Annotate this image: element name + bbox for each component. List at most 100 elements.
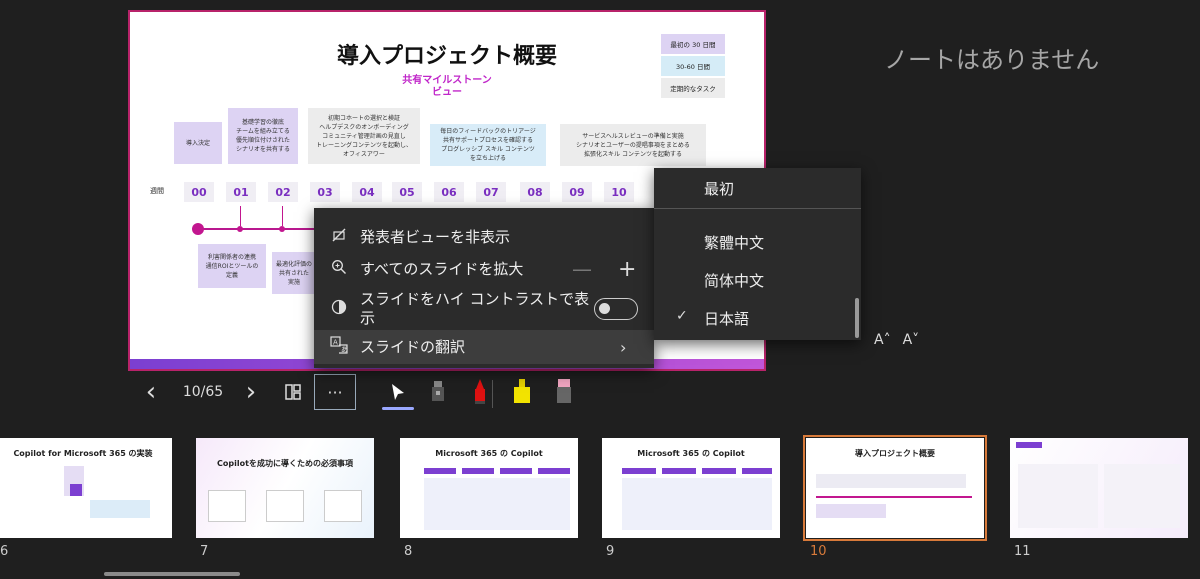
milestone-box: 導入決定 xyxy=(174,122,222,164)
week-01: 01 xyxy=(226,182,256,202)
thumbnail-number: 8 xyxy=(404,544,413,559)
contrast-icon xyxy=(330,299,348,319)
week-03: 03 xyxy=(310,182,340,202)
language-label: 日本語 xyxy=(704,310,750,328)
slide-thumbnail-11[interactable] xyxy=(1010,438,1188,538)
zoom-out-button[interactable]: — xyxy=(572,257,592,281)
week-00: 00 xyxy=(184,182,214,202)
language-option-simplified-chinese[interactable]: 简体中文 xyxy=(654,270,861,294)
thumb-shape xyxy=(816,474,966,488)
language-option-japanese[interactable]: ✓ 日本語 xyxy=(654,308,861,332)
svg-text:A: A xyxy=(333,339,338,347)
thumb-shape xyxy=(1018,464,1098,528)
week-08: 08 xyxy=(520,182,550,202)
slide-counter: 10/65 xyxy=(182,384,224,400)
thumb-shape xyxy=(538,468,570,474)
menu-item-high-contrast[interactable]: スライドをハイ コントラストで表 示 xyxy=(314,288,654,330)
slide-thumbnail-7[interactable]: Copilotを成功に導くための必須事項 xyxy=(196,438,374,538)
thumbnail-title: Copilotを成功に導くための必須事項 xyxy=(217,459,353,468)
week-05: 05 xyxy=(392,182,422,202)
submenu-divider xyxy=(654,208,861,209)
laser-pointer-icon[interactable] xyxy=(384,374,412,410)
more-options-button[interactable]: ··· xyxy=(314,374,356,410)
thumb-shape xyxy=(1016,442,1042,448)
thumbnail-number: 11 xyxy=(1014,544,1031,559)
language-option-traditional-chinese[interactable]: 繁體中文 xyxy=(654,232,861,256)
menu-item-hide-presenter-view[interactable]: 発表者ビューを非表示 xyxy=(314,224,654,250)
thumb-shape xyxy=(816,496,972,498)
thumbnail-title: Microsoft 365 の Copilot xyxy=(435,449,543,458)
week-09: 09 xyxy=(562,182,592,202)
slide-subtitle: 共有マイルストーン ビュー xyxy=(402,75,492,98)
translate-language-submenu: 最初 繁體中文 简体中文 ✓ 日本語 xyxy=(654,168,861,340)
thumbnail-title: Copilot for Microsoft 365 の実装 xyxy=(13,449,153,458)
language-label: 最初 xyxy=(704,180,735,198)
thumb-shape xyxy=(500,468,532,474)
hide-presenter-icon xyxy=(330,227,348,247)
timeline-marker xyxy=(279,226,285,232)
slide-thumbnail-10[interactable]: 導入プロジェクト概要 xyxy=(803,435,987,541)
highlighter-icon[interactable] xyxy=(510,374,534,410)
increase-font-button[interactable]: A˄ xyxy=(874,332,891,348)
timeline-marker xyxy=(192,223,204,235)
thumbnail-scrollbar[interactable] xyxy=(104,572,240,576)
week-10: 10 xyxy=(604,182,634,202)
timeline-stem xyxy=(240,206,241,226)
milestone-box: 最適化評価の 共有された 実施 xyxy=(272,252,316,294)
legend-periodic: 定期的なタスク xyxy=(661,78,725,98)
thumb-shape xyxy=(208,490,246,522)
menu-item-label: スライドの翻訳 xyxy=(360,337,466,356)
thumbnail-title: Microsoft 365 の Copilot xyxy=(637,449,745,458)
eraser-icon[interactable] xyxy=(426,374,450,410)
next-slide-button[interactable]: › xyxy=(238,374,264,410)
language-label: 繁體中文 xyxy=(704,234,765,252)
week-06: 06 xyxy=(434,182,464,202)
checkmark-icon: ✓ xyxy=(676,308,688,324)
thumb-shape xyxy=(622,478,772,530)
thumb-shape xyxy=(424,478,570,530)
font-size-controls: A˄ A˅ xyxy=(874,332,919,348)
thumbnail-number: 7 xyxy=(200,544,209,559)
slide-title: 導入プロジェクト概要 xyxy=(336,44,557,69)
slide-thumbnail-9[interactable]: Microsoft 365 の Copilot xyxy=(602,438,780,538)
timeline-marker xyxy=(237,226,243,232)
milestone-box: 基礎学習の徹底 チームを組み立てる 優先順位付けされた シナリオを共有する xyxy=(228,108,298,164)
slide-thumbnail-strip: Copilot for Microsoft 365 の実装 6 Copilotを… xyxy=(0,432,1200,562)
active-tool-indicator xyxy=(382,407,414,410)
thumb-shape xyxy=(462,468,494,474)
zoom-in-button[interactable]: + xyxy=(618,257,636,282)
slide-thumbnail-8[interactable]: Microsoft 365 の Copilot xyxy=(400,438,578,538)
menu-item-translate-slides[interactable]: Aあ スライドの翻訳 › xyxy=(314,330,654,364)
svg-text:あ: あ xyxy=(341,346,348,354)
menu-item-label: 発表者ビューを非表示 xyxy=(360,227,511,246)
thumb-shape xyxy=(742,468,772,474)
previous-slide-button[interactable]: ‹ xyxy=(138,374,164,410)
submenu-scrollbar[interactable] xyxy=(855,298,859,338)
week-07: 07 xyxy=(476,182,506,202)
notes-empty-text: ノートはありません xyxy=(884,46,1100,74)
milestone-box: 毎日のフィードバックのトリアージ 共有サポートプロセスを確認する プログレッシブ… xyxy=(430,124,546,166)
see-all-slides-icon[interactable] xyxy=(278,374,308,410)
thumbnail-number: 6 xyxy=(0,544,9,559)
thumb-shape xyxy=(622,468,656,474)
menu-item-label: すべてのスライドを拡大 xyxy=(360,259,524,278)
toolbar-divider xyxy=(492,380,493,408)
high-contrast-toggle[interactable] xyxy=(594,298,638,320)
pen-icon[interactable] xyxy=(468,374,492,410)
week-label: 週間 xyxy=(150,187,164,195)
menu-item-label: スライドをハイ コントラストで表 示 xyxy=(360,290,590,327)
language-option-original[interactable]: 最初 xyxy=(654,178,861,202)
milestone-box: 初期コホートの選択と検証 ヘルプデスクのオンボーディング コミュニティ管理計画の… xyxy=(308,108,420,164)
thumb-shape xyxy=(70,484,82,496)
chevron-right-icon: › xyxy=(620,337,627,357)
presenter-toolbar: ‹ 10/65 › ··· xyxy=(128,374,688,410)
decrease-font-button[interactable]: A˅ xyxy=(903,332,920,348)
week-04: 04 xyxy=(352,182,382,202)
eraser-pink-icon[interactable] xyxy=(552,374,576,410)
thumbnail-number: 9 xyxy=(606,544,615,559)
slide-thumbnail-6[interactable]: Copilot for Microsoft 365 の実装 xyxy=(0,438,172,538)
thumb-shape xyxy=(816,504,886,518)
thumbnail-number: 10 xyxy=(810,544,827,559)
translate-icon: Aあ xyxy=(330,336,348,358)
language-label: 简体中文 xyxy=(704,272,765,290)
